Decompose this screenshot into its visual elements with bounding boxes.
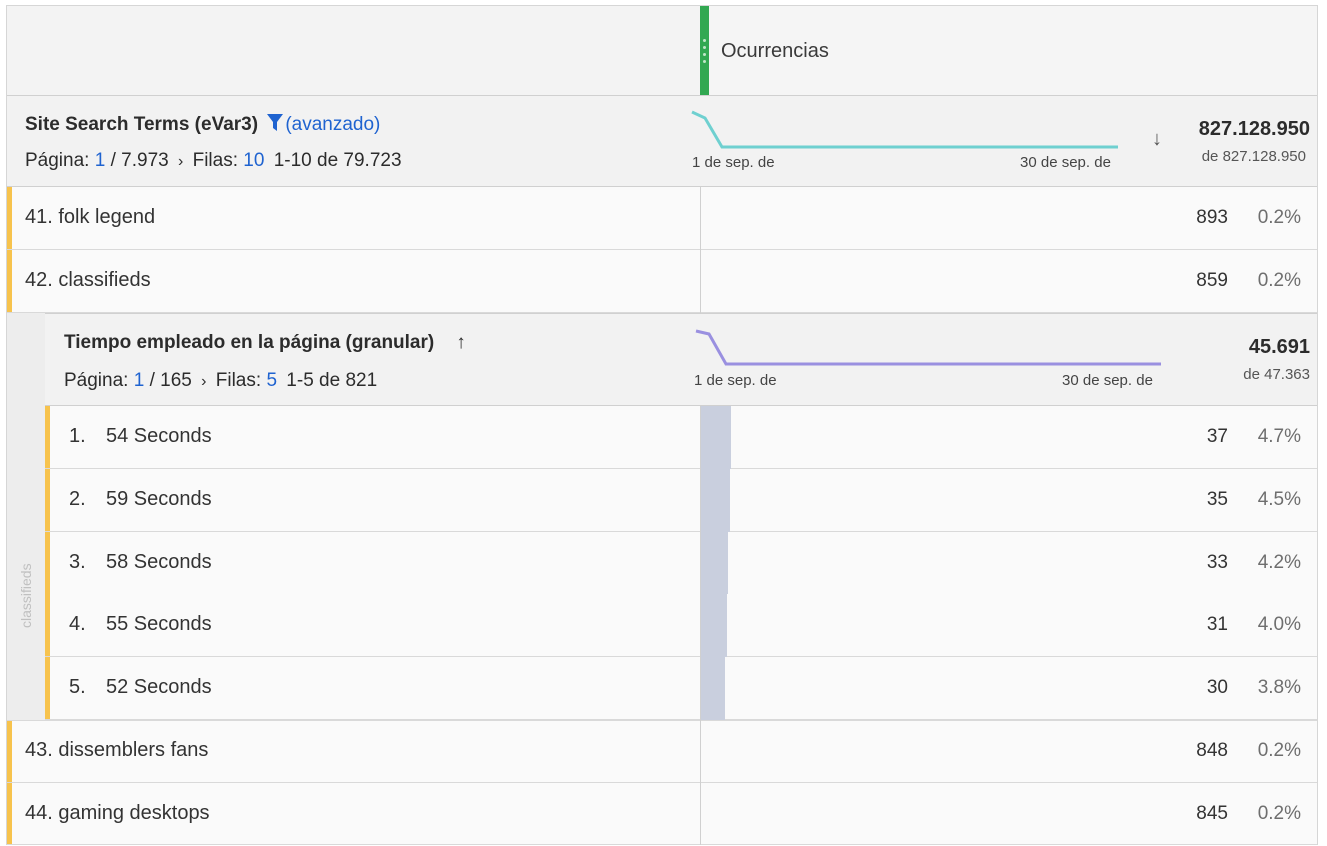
share-bar [701, 532, 728, 595]
row-value: 35 [1206, 489, 1228, 510]
trend-sparkline [691, 110, 1118, 149]
table-row[interactable] [7, 187, 1317, 250]
next-page-icon[interactable]: › [201, 373, 206, 390]
column-total: 827.128.950 [1198, 118, 1310, 140]
next-page-icon[interactable]: › [178, 153, 183, 170]
filter-icon[interactable] [267, 114, 284, 138]
row-percent: 0.2% [1257, 207, 1301, 228]
row-value: 33 [1206, 552, 1228, 573]
breakdown-pagination: Página: 1 / 165 › Filas: 5 1-5 de 821 [64, 370, 378, 391]
dimension-title[interactable]: Site Search Terms (eVar3) (avanzado) [25, 114, 380, 138]
breakdown-grand-total: de 47.363 [1243, 366, 1310, 383]
row-index: 3. [69, 551, 86, 573]
row-label: 52 Seconds [106, 676, 212, 698]
table-corner-header [7, 6, 700, 95]
pagination: Página: 1 / 7.973 › Filas: 10 1-10 de 79… [25, 150, 402, 171]
row-label: 44. gaming desktops [25, 802, 210, 824]
share-bar [701, 594, 727, 657]
rows-count[interactable]: 10 [243, 150, 264, 171]
table-row[interactable] [7, 250, 1317, 313]
breakdown-total: 45.691 [1248, 336, 1310, 358]
row-label: 54 Seconds [106, 425, 212, 447]
row-label: 59 Seconds [106, 488, 212, 510]
row-value: 30 [1206, 677, 1228, 698]
metric-drag-handle[interactable] [700, 6, 709, 95]
row-percent: 3.8% [1257, 677, 1301, 698]
page-number[interactable]: 1 [134, 370, 145, 391]
row-percent: 0.2% [1257, 270, 1301, 291]
breakdown-row[interactable] [45, 406, 1317, 469]
breakdown-title[interactable]: Tiempo empleado en la página (granular) ↑ [64, 332, 466, 354]
share-bar [701, 406, 731, 469]
column-divider [700, 187, 701, 313]
sparkline-start-date: 1 de sep. de [694, 372, 777, 389]
page-number[interactable]: 1 [95, 150, 106, 171]
row-value: 859 [1196, 270, 1228, 291]
sort-ascending-icon[interactable]: ↑ [456, 332, 466, 353]
breakdown-row[interactable] [45, 594, 1317, 657]
row-percent: 4.2% [1257, 552, 1301, 573]
rows-count[interactable]: 5 [266, 370, 277, 391]
share-bar [701, 657, 725, 720]
row-index: 5. [69, 676, 86, 698]
row-label: 55 Seconds [106, 613, 212, 635]
column-divider [700, 720, 701, 845]
breakdown-row[interactable] [45, 657, 1317, 720]
breakdown-parent-label: classifieds [18, 563, 34, 628]
column-grand-total: de 827.128.950 [1201, 148, 1306, 165]
column-divider [700, 406, 701, 720]
metric-column-title[interactable]: Ocurrencias [721, 40, 829, 63]
row-percent: 4.0% [1257, 614, 1301, 635]
row-label: 58 Seconds [106, 551, 212, 573]
sparkline-start-date: 1 de sep. de [692, 154, 775, 171]
row-value: 845 [1196, 803, 1228, 824]
row-index: 1. [69, 425, 86, 447]
breakdown-sparkline [695, 329, 1161, 366]
row-percent: 0.2% [1257, 740, 1301, 761]
row-value: 31 [1206, 614, 1228, 635]
breakdown-side-label[interactable] [7, 313, 45, 720]
sparkline-end-date: 30 de sep. de [1062, 372, 1153, 389]
row-percent: 4.5% [1257, 489, 1301, 510]
row-label: 42. classifieds [25, 269, 151, 291]
breakdown-row[interactable] [45, 469, 1317, 532]
row-label: 43. dissemblers fans [25, 739, 209, 761]
share-bar [701, 469, 730, 532]
row-value: 893 [1196, 207, 1228, 228]
sparkline-end-date: 30 de sep. de [1020, 154, 1111, 171]
breakdown-row[interactable] [45, 532, 1317, 595]
row-index: 4. [69, 613, 86, 635]
row-percent: 0.2% [1257, 803, 1301, 824]
row-index: 2. [69, 488, 86, 510]
row-value: 37 [1206, 426, 1228, 447]
row-label: 41. folk legend [25, 206, 156, 228]
row-percent: 4.7% [1257, 426, 1301, 447]
row-value: 848 [1196, 740, 1228, 761]
advanced-filter-link[interactable]: (avanzado) [285, 114, 380, 135]
